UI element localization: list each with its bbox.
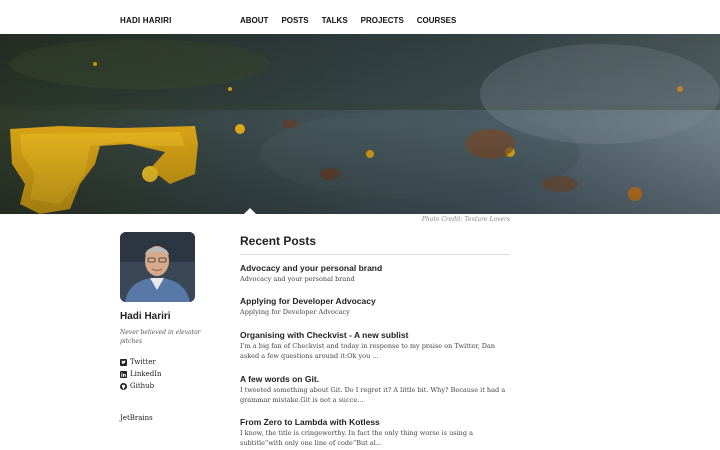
company-link[interactable]: JetBrains xyxy=(120,414,153,422)
post-title-link[interactable]: From Zero to Lambda with Kotless xyxy=(240,417,510,428)
list-item: Advocacy and your personal brand Advocac… xyxy=(240,263,510,285)
social-link-label: LinkedIn xyxy=(130,370,162,378)
nav-projects[interactable]: PROJECTS xyxy=(361,16,404,25)
site-brand-link[interactable]: HADI HARIRI xyxy=(120,16,172,25)
nav-posts[interactable]: POSTS xyxy=(281,16,308,25)
recent-posts-heading: Recent Posts xyxy=(240,234,317,248)
post-excerpt: I’m a big fan of Checkvist and today in … xyxy=(240,342,496,360)
author-name: Hadi Hariri xyxy=(120,311,171,322)
site-header: HADI HARIRI ABOUT POSTS TALKS PROJECTS C… xyxy=(0,0,720,34)
list-item: Applying for Developer Advocacy Applying… xyxy=(240,296,510,318)
post-title-link[interactable]: Advocacy and your personal brand xyxy=(240,263,510,274)
hero-notch xyxy=(244,208,256,214)
social-link-twitter[interactable]: Twitter xyxy=(120,356,162,368)
author-tagline: Never believed in elevator pitches xyxy=(120,329,201,345)
github-icon xyxy=(120,382,127,390)
social-link-github[interactable]: Github xyxy=(120,380,162,392)
post-excerpt: I know, the title is cringeworthy. In fa… xyxy=(240,429,473,447)
main-nav: ABOUT POSTS TALKS PROJECTS COURSES xyxy=(240,16,456,25)
social-link-label: Github xyxy=(130,382,155,390)
post-title-link[interactable]: Applying for Developer Advocacy xyxy=(240,296,510,307)
social-link-linkedin[interactable]: LinkedIn xyxy=(120,368,162,380)
post-title-link[interactable]: Organising with Checkvist - A new sublis… xyxy=(240,330,510,341)
list-item: From Zero to Lambda with Kotless I know,… xyxy=(240,417,510,448)
list-item: A few words on Git. I tweeted something … xyxy=(240,374,510,405)
list-item: Organising with Checkvist - A new sublis… xyxy=(240,330,510,361)
nav-courses[interactable]: COURSES xyxy=(417,16,457,25)
photo-credit: Photo Credit: Texture Lovers xyxy=(421,216,510,223)
linkedin-icon xyxy=(120,370,127,378)
nav-talks[interactable]: TALKS xyxy=(322,16,348,25)
post-excerpt: Advocacy and your personal brand xyxy=(240,275,355,283)
twitter-icon xyxy=(120,358,127,366)
heading-divider xyxy=(240,254,510,255)
social-link-label: Twitter xyxy=(130,358,156,366)
hero-image xyxy=(0,34,720,214)
social-links: Twitter LinkedIn Github xyxy=(120,356,162,392)
post-title-link[interactable]: A few words on Git. xyxy=(240,374,510,385)
post-excerpt: I tweeted something about Git. Do I regr… xyxy=(240,386,506,404)
post-excerpt: Applying for Developer Advocacy xyxy=(240,308,350,316)
nav-about[interactable]: ABOUT xyxy=(240,16,268,25)
avatar xyxy=(120,232,195,302)
